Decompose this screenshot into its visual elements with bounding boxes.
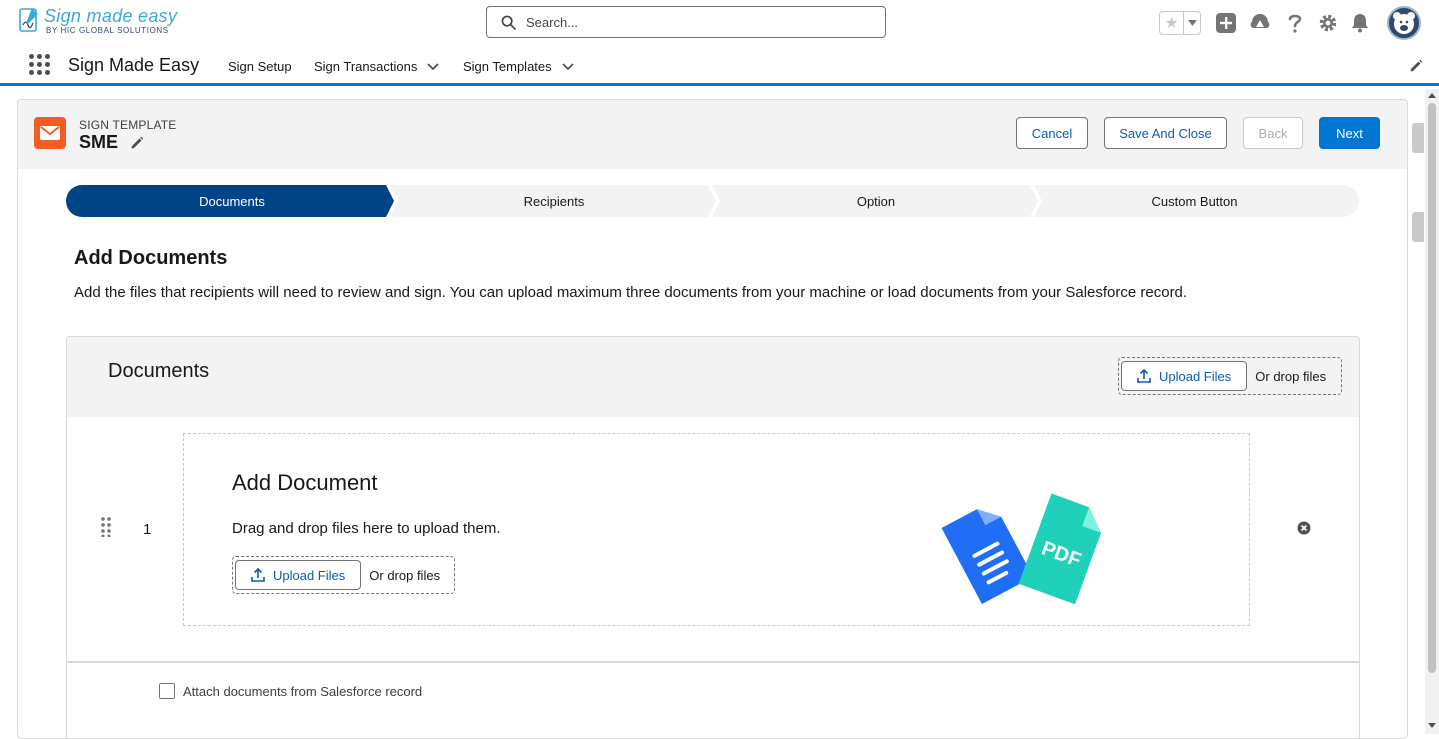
upload-files-label: Upload Files [273,567,346,583]
favorites-star-icon[interactable]: ★ [1160,12,1184,34]
side-utility-tab[interactable] [1412,123,1424,153]
drag-handle-icon[interactable] [101,517,111,537]
upload-files-label: Upload Files [1159,368,1232,384]
path-step-recipients[interactable]: Recipients [398,194,710,209]
global-header: Sign made easy BY HIC GLOBAL SOLUTIONS ★ [0,0,1439,46]
nav-item-label: Sign Setup [228,59,292,74]
back-button[interactable]: Back [1243,117,1303,149]
upload-icon [251,568,265,582]
documents-card-title: Documents [108,360,210,382]
header-file-drop-zone[interactable]: Upload Files Or drop files [1118,357,1342,395]
attach-salesforce-docs-checkbox[interactable] [159,683,175,699]
chevron-down-icon[interactable] [562,62,574,71]
scroll-up-arrow-icon[interactable] [1428,92,1436,100]
side-utility-tab[interactable] [1412,212,1424,242]
favorites-group: ★ [1159,11,1201,35]
help-icon[interactable] [1284,12,1306,34]
nav-item-sign-templates[interactable]: Sign Templates [463,59,574,74]
logo-subtitle: BY HIC GLOBAL SOLUTIONS [46,26,169,35]
scroll-down-arrow-icon[interactable] [1428,721,1436,729]
email-template-icon [34,117,66,149]
global-search[interactable] [486,6,886,38]
nav-item-label: Sign Templates [463,59,552,74]
trailhead-icon[interactable] [1249,12,1271,34]
app-launcher-icon[interactable] [29,54,51,76]
attach-salesforce-docs-row[interactable]: Attach documents from Salesforce record [159,683,422,699]
record-type-label: SIGN TEMPLATE [79,118,177,132]
drop-files-label: Or drop files [1255,368,1327,384]
add-document-box: Add Document Drag and drop files here to… [183,433,1250,626]
nav-item-label: Sign Transactions [314,59,418,74]
user-avatar[interactable] [1387,6,1421,40]
signature-doc-icon [19,8,38,32]
documents-card-header: Documents Upload Files Or drop files [67,337,1359,417]
next-button[interactable]: Next [1319,117,1380,149]
remove-document-icon[interactable] [1297,521,1311,535]
save-and-close-button[interactable]: Save And Close [1104,117,1227,149]
header-upload-files-button[interactable]: Upload Files [1121,361,1248,391]
wizard-path: Documents Recipients Option Custom Butto… [66,185,1359,217]
app-logo[interactable]: Sign made easy BY HIC GLOBAL SOLUTIONS [18,6,177,35]
chevron-down-icon[interactable] [427,62,439,71]
search-icon [501,15,516,30]
document-row-number: 1 [143,521,152,538]
page-body: SIGN TEMPLATE SME Cancel Save And Close … [0,89,1439,739]
document-row: 1 Add Document Drag and drop files here … [67,417,1359,662]
path-step-documents[interactable]: Documents [66,194,398,209]
record-title-text: SME [79,132,119,152]
favorites-dropdown-icon[interactable] [1184,12,1200,34]
path-step-option[interactable]: Option [720,194,1032,209]
section-description: Add the files that recipients will need … [74,284,1188,301]
app-name: Sign Made Easy [68,55,200,75]
documents-pdf-illustration-icon: PDF [941,493,1102,604]
nav-item-sign-setup[interactable]: Sign Setup [228,59,292,74]
global-create-icon[interactable] [1215,12,1237,34]
edit-nav-pencil-icon[interactable] [1409,59,1423,73]
setup-gear-icon[interactable] [1317,12,1339,34]
document-upload-files-button[interactable]: Upload Files [235,560,362,590]
documents-card: Documents Upload Files Or drop files 1 A… [66,336,1360,738]
add-document-description: Drag and drop files here to upload them. [232,520,501,537]
logo-title: Sign made easy [44,6,178,26]
record-header: SIGN TEMPLATE SME Cancel Save And Close … [18,100,1407,169]
page-scrollbar[interactable] [1425,89,1439,734]
document-file-drop-zone[interactable]: Upload Files Or drop files [232,556,455,594]
drop-files-label: Or drop files [369,567,441,583]
record-title: SME [79,132,144,153]
search-input[interactable] [524,13,864,31]
edit-title-pencil-icon[interactable] [130,136,144,150]
path-step-custom-button[interactable]: Custom Button [1042,194,1347,209]
add-document-title: Add Document [232,470,378,495]
nav-item-sign-transactions[interactable]: Sign Transactions [314,59,439,74]
app-nav-bar: Sign Made Easy Sign Setup Sign Transacti… [0,46,1439,86]
upload-icon [1137,369,1151,383]
cancel-button[interactable]: Cancel [1016,117,1088,149]
notifications-bell-icon[interactable] [1349,12,1371,34]
card-divider [67,661,1359,663]
scroll-thumb[interactable] [1428,103,1436,673]
attach-salesforce-docs-label: Attach documents from Salesforce record [183,683,423,699]
section-title: Add Documents [74,247,228,269]
template-wizard-panel: SIGN TEMPLATE SME Cancel Save And Close … [17,99,1408,739]
